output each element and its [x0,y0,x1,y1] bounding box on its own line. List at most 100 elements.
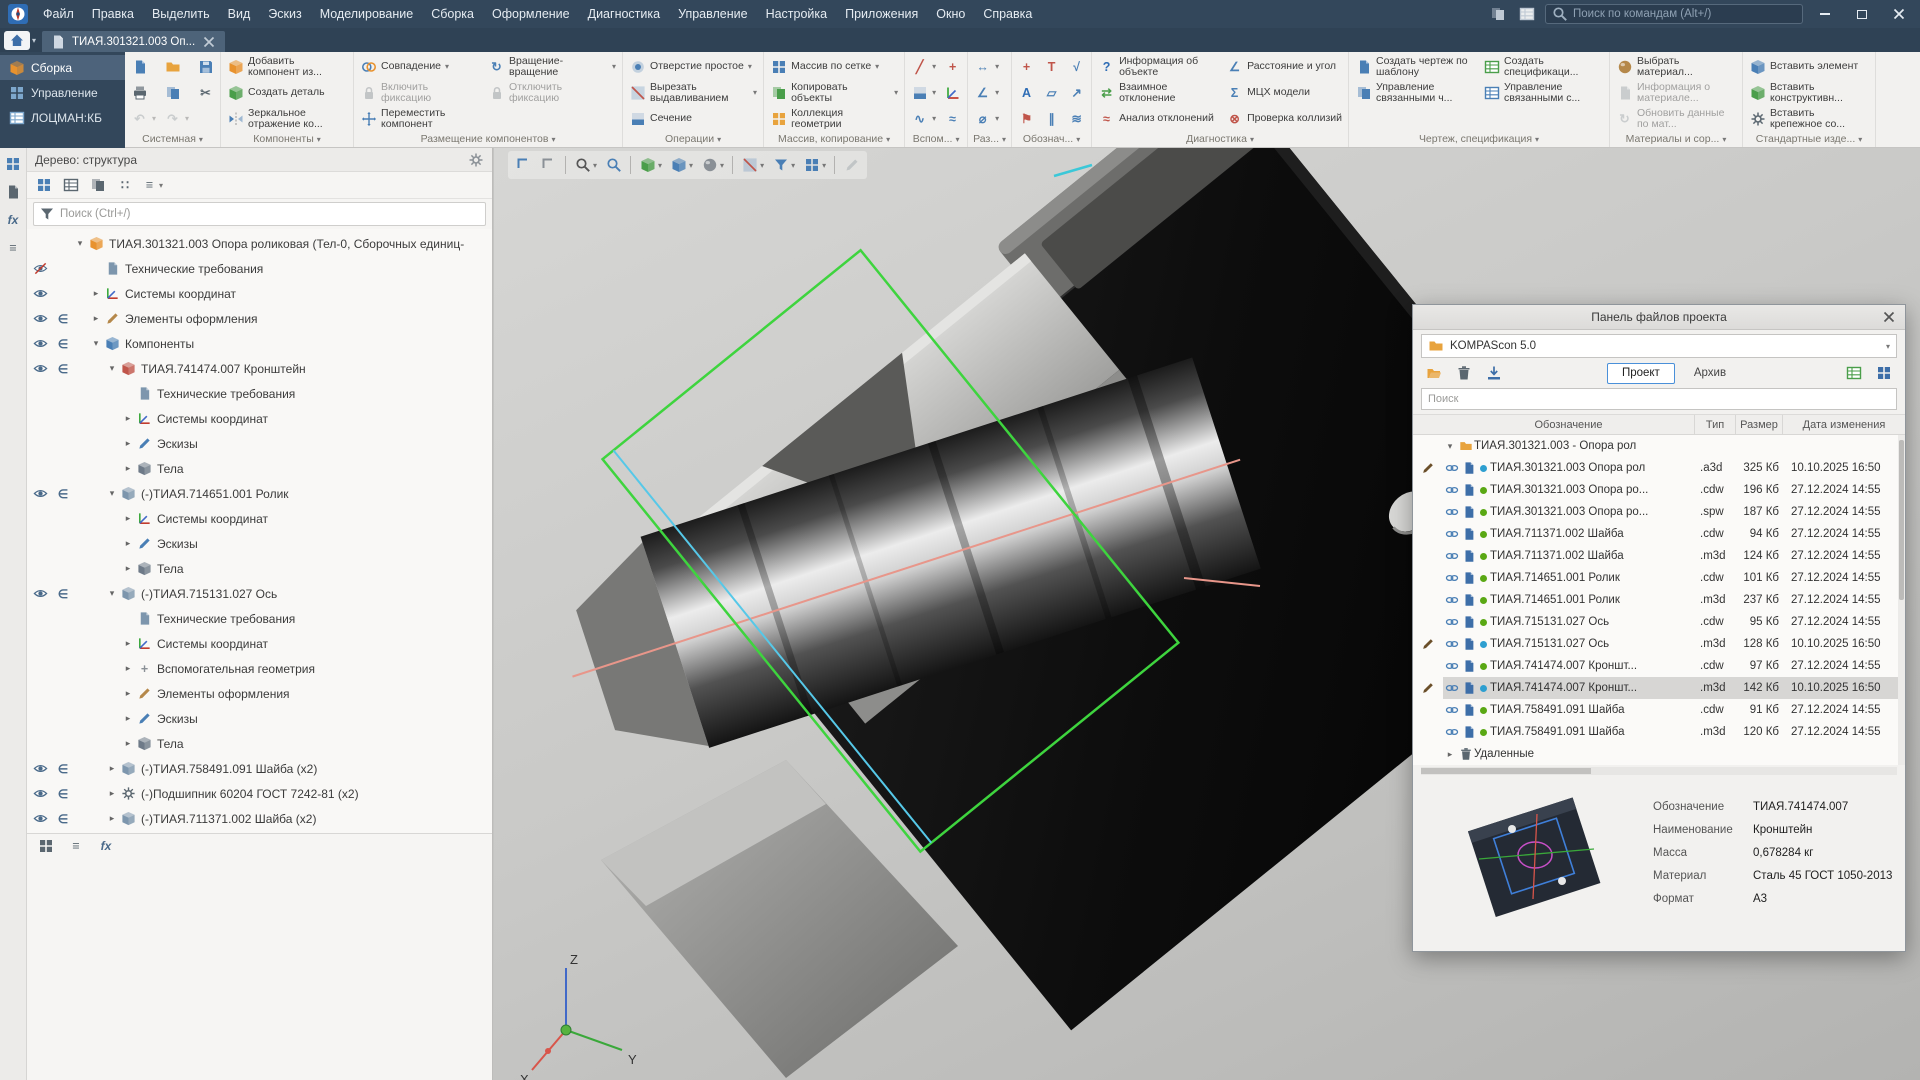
eye-icon[interactable] [27,586,53,601]
file-row[interactable]: ТИАЯ.715131.027 Ось.cdw95 Кб27.12.2024 1… [1413,611,1905,633]
construction-plane-button[interactable]: ▾ [908,80,939,105]
undo-button[interactable]: ↶▾ [128,106,159,131]
column-header[interactable]: Размер [1736,415,1783,434]
files-scrollbar[interactable] [1898,435,1905,765]
angular-dimension-button[interactable]: ∠▾ [971,80,1002,105]
insert-fastener-button[interactable]: Вставить крепежное со... [1746,106,1872,131]
menu-item-2[interactable]: Выделить [143,0,219,28]
files-search-input[interactable] [1428,393,1890,405]
command-search[interactable] [1545,4,1803,24]
section-button[interactable]: Сечение [626,106,760,131]
expand-arrow-icon[interactable]: ▸ [89,313,103,324]
wave-button[interactable]: ≋ [1065,106,1088,131]
expand-arrow-icon[interactable]: ▾ [1443,441,1457,452]
files-search[interactable] [1421,388,1897,410]
tree-item[interactable]: ▸Эскизы [27,531,492,556]
file-row[interactable]: ТИАЯ.758491.091 Шайба.m3d120 Кб27.12.202… [1413,721,1905,743]
panel-close-icon[interactable] [1873,305,1905,329]
viewport-axes-triad[interactable]: Z X Y [520,952,637,1080]
source-select[interactable]: KOMPAScon 5.0 ▾ [1421,334,1897,358]
disable-fixation-button[interactable]: Отключить фиксацию [485,80,619,105]
expand-arrow-icon[interactable]: ▸ [121,463,135,474]
copy-button[interactable] [161,80,192,105]
tree-item[interactable]: ▸Элементы оформления [27,681,492,706]
datum-button[interactable]: + [1015,54,1038,79]
insert-constructive-button[interactable]: Вставить конструктивн... [1746,80,1872,105]
column-header[interactable]: Дата изменения [1783,415,1905,434]
ribbon-group-label[interactable]: Компоненты▾ [224,131,350,147]
file-row[interactable]: ТИАЯ.714651.001 Ролик.cdw101 Кб27.12.202… [1413,567,1905,589]
home-dropdown-icon[interactable]: ▾ [32,36,36,45]
expand-arrow-icon[interactable]: ▸ [121,513,135,524]
tab-close-icon[interactable] [201,34,217,50]
gear-icon[interactable] [468,152,484,168]
tree-view-params[interactable]: ∷ [113,175,137,196]
tree-item[interactable]: ∈▸(-)ТИАЯ.711371.002 Шайба (x2) [27,806,492,831]
expand-arrow-icon[interactable]: ▸ [121,638,135,649]
tree-bottom-structure[interactable] [34,835,58,856]
expand-arrow-icon[interactable]: ▾ [105,488,119,499]
tree-item[interactable]: ▸Эскизы [27,706,492,731]
mate-rotation-button[interactable]: ↻Вращение-вращение▾ [485,54,619,79]
file-row[interactable]: ТИАЯ.301321.003 Опора рол.a3d325 Кб10.10… [1413,457,1905,479]
document-tab[interactable]: ТИАЯ.301321.003 Оп... [42,31,225,52]
mirror-components-button[interactable]: Зеркальное отражение ко... [224,106,350,131]
variables-panel-toggle[interactable]: fx [2,209,24,231]
zoom-area-button[interactable] [602,153,625,177]
mate-coincidence-button[interactable]: Совпадение▾ [357,54,483,79]
maximize-button[interactable] [1847,0,1877,28]
tree-item[interactable]: ∈▸Элементы оформления [27,306,492,331]
text-button[interactable]: T [1040,54,1063,79]
tree-item[interactable]: ∈▾ТИАЯ.741474.007 Кронштейн [27,356,492,381]
ribbon-group-label[interactable]: Стандартные изде...▾ [1746,131,1872,147]
expand-arrow-icon[interactable]: ▸ [121,413,135,424]
panels-menu[interactable]: ≡ [2,237,24,259]
menu-item-6[interactable]: Сборка [422,0,483,28]
expand-arrow-icon[interactable]: ▸ [121,713,135,724]
ribbon-group-label[interactable]: Диагностика▾ [1095,131,1345,147]
download-button[interactable] [1481,361,1507,385]
add-component-button[interactable]: Добавить компонент из... [224,54,350,79]
grid-array-button[interactable]: Массив по сетке▾ [767,54,901,79]
menu-item-13[interactable]: Справка [974,0,1041,28]
tree-item[interactable]: ▸Тела [27,556,492,581]
expand-arrow-icon[interactable]: ▸ [1443,749,1457,760]
tree-item[interactable]: ▸Системы координат [27,506,492,531]
new-document-button[interactable] [128,54,159,79]
construction-axis-button[interactable]: ╱▾ [908,54,939,79]
manage-specs-button[interactable]: Управление связанными с... [1480,80,1606,105]
eye-icon[interactable] [27,336,53,351]
expand-arrow-icon[interactable]: ▸ [105,788,119,799]
command-search-input[interactable] [1573,8,1796,20]
tree-search[interactable] [33,202,486,226]
screens-icon[interactable] [1516,5,1538,23]
frame-select-button[interactable] [512,153,535,177]
expand-arrow-icon[interactable]: ▸ [121,738,135,749]
frame-select-alt-button[interactable] [537,153,560,177]
expand-arrow-icon[interactable]: ▾ [105,363,119,374]
expand-arrow-icon[interactable]: ▸ [121,663,135,674]
ribbon-group-label[interactable]: Системная▾ [128,131,217,147]
tree-search-input[interactable] [60,208,480,220]
tolerance-frame-button[interactable]: ▱ [1040,80,1063,105]
move-component-button[interactable]: Переместить компонент [357,106,483,131]
cut-extrude-button[interactable]: Вырезать выдавливанием▾ [626,80,760,105]
expand-arrow-icon[interactable]: ▾ [89,338,103,349]
tree-item[interactable]: ∈▸(-)ТИАЯ.758491.091 Шайба (x2) [27,756,492,781]
minimize-button[interactable] [1810,0,1840,28]
window-layout-icon[interactable] [1487,5,1509,23]
tree-item[interactable]: ▸Тела [27,731,492,756]
tree-view-composition[interactable] [59,175,83,196]
ribbon-group-label[interactable]: Обознач...▾ [1015,131,1088,147]
file-row[interactable]: ТИАЯ.711371.002 Шайба.m3d124 Кб27.12.202… [1413,545,1905,567]
redo-button[interactable]: ↷▾ [161,106,192,131]
distance-angle-button[interactable]: ∠Расстояние и угол [1223,54,1345,79]
save-button[interactable] [194,54,217,79]
ribbon-group-label[interactable]: Массив, копирование▾ [767,131,901,147]
menu-item-7[interactable]: Оформление [483,0,579,28]
view-mode-button[interactable]: ▾ [667,153,696,177]
orientation-button[interactable]: ▾ [636,153,665,177]
display-mode-button[interactable]: ▾ [698,153,727,177]
material-info-button[interactable]: Информация о материале... [1613,80,1739,105]
menu-item-11[interactable]: Приложения [836,0,927,28]
